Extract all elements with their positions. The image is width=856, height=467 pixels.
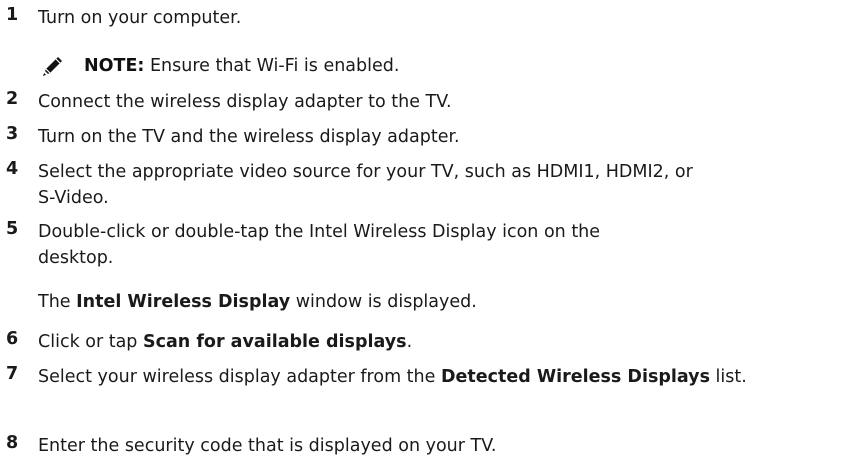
note-callout: NOTE: Ensure that Wi-Fi is enabled.: [40, 53, 399, 79]
step-text: Turn on the TV and the wireless display …: [38, 127, 460, 147]
step-number: 3: [6, 124, 19, 144]
step-number: 1: [6, 5, 19, 25]
step-text-after: list.: [709, 367, 747, 387]
step-text: Turn on your computer.: [38, 8, 242, 28]
step-text: Select the appropriate video source for …: [38, 162, 693, 208]
step-4: 4 Select the appropriate video source fo…: [6, 159, 693, 211]
step-5-result: The Intel Wireless Display window is dis…: [38, 289, 477, 315]
step-number: 6: [6, 329, 19, 349]
result-text-before: The: [38, 292, 77, 312]
step-text: Select your wireless display adapter fro…: [38, 364, 850, 390]
step-text: Enter the security code that is displaye…: [38, 436, 497, 456]
step-text-before: Select your wireless display adapter fro…: [38, 367, 441, 387]
note-text: Ensure that Wi-Fi is enabled.: [144, 56, 400, 76]
step-7: 7 Select your wireless display adapter f…: [6, 364, 850, 390]
step-text: Click or tap Scan for available displays…: [38, 329, 850, 355]
scan-for-available-displays-label: Scan for available displays: [142, 332, 407, 352]
step-8: 8 Enter the security code that is displa…: [6, 433, 850, 459]
step-text-after: .: [406, 332, 413, 352]
detected-wireless-displays-label: Detected Wireless Displays: [440, 367, 710, 387]
step-5: 5 Double-click or double-tap the Intel W…: [6, 219, 668, 271]
step-number: 4: [6, 159, 19, 179]
step-number: 7: [6, 364, 19, 384]
step-text-before: Click or tap: [38, 332, 143, 352]
step-6: 6 Click or tap Scan for available displa…: [6, 329, 850, 355]
intel-wireless-display-label: Intel Wireless Display: [76, 292, 291, 312]
step-3: 3 Turn on the TV and the wireless displa…: [6, 124, 850, 150]
step-2: 2 Connect the wireless display adapter t…: [6, 89, 850, 115]
step-text: Double-click or double-tap the Intel Wir…: [38, 222, 601, 268]
note-label: NOTE:: [84, 56, 145, 76]
step-1: 1 Turn on your computer.: [6, 5, 850, 31]
step-number: 2: [6, 89, 19, 109]
step-text: Connect the wireless display adapter to …: [38, 92, 452, 112]
result-text-after: window is displayed.: [290, 292, 477, 312]
step-number: 8: [6, 433, 19, 453]
step-number: 5: [6, 219, 19, 239]
pencil-note-icon: [40, 53, 66, 79]
